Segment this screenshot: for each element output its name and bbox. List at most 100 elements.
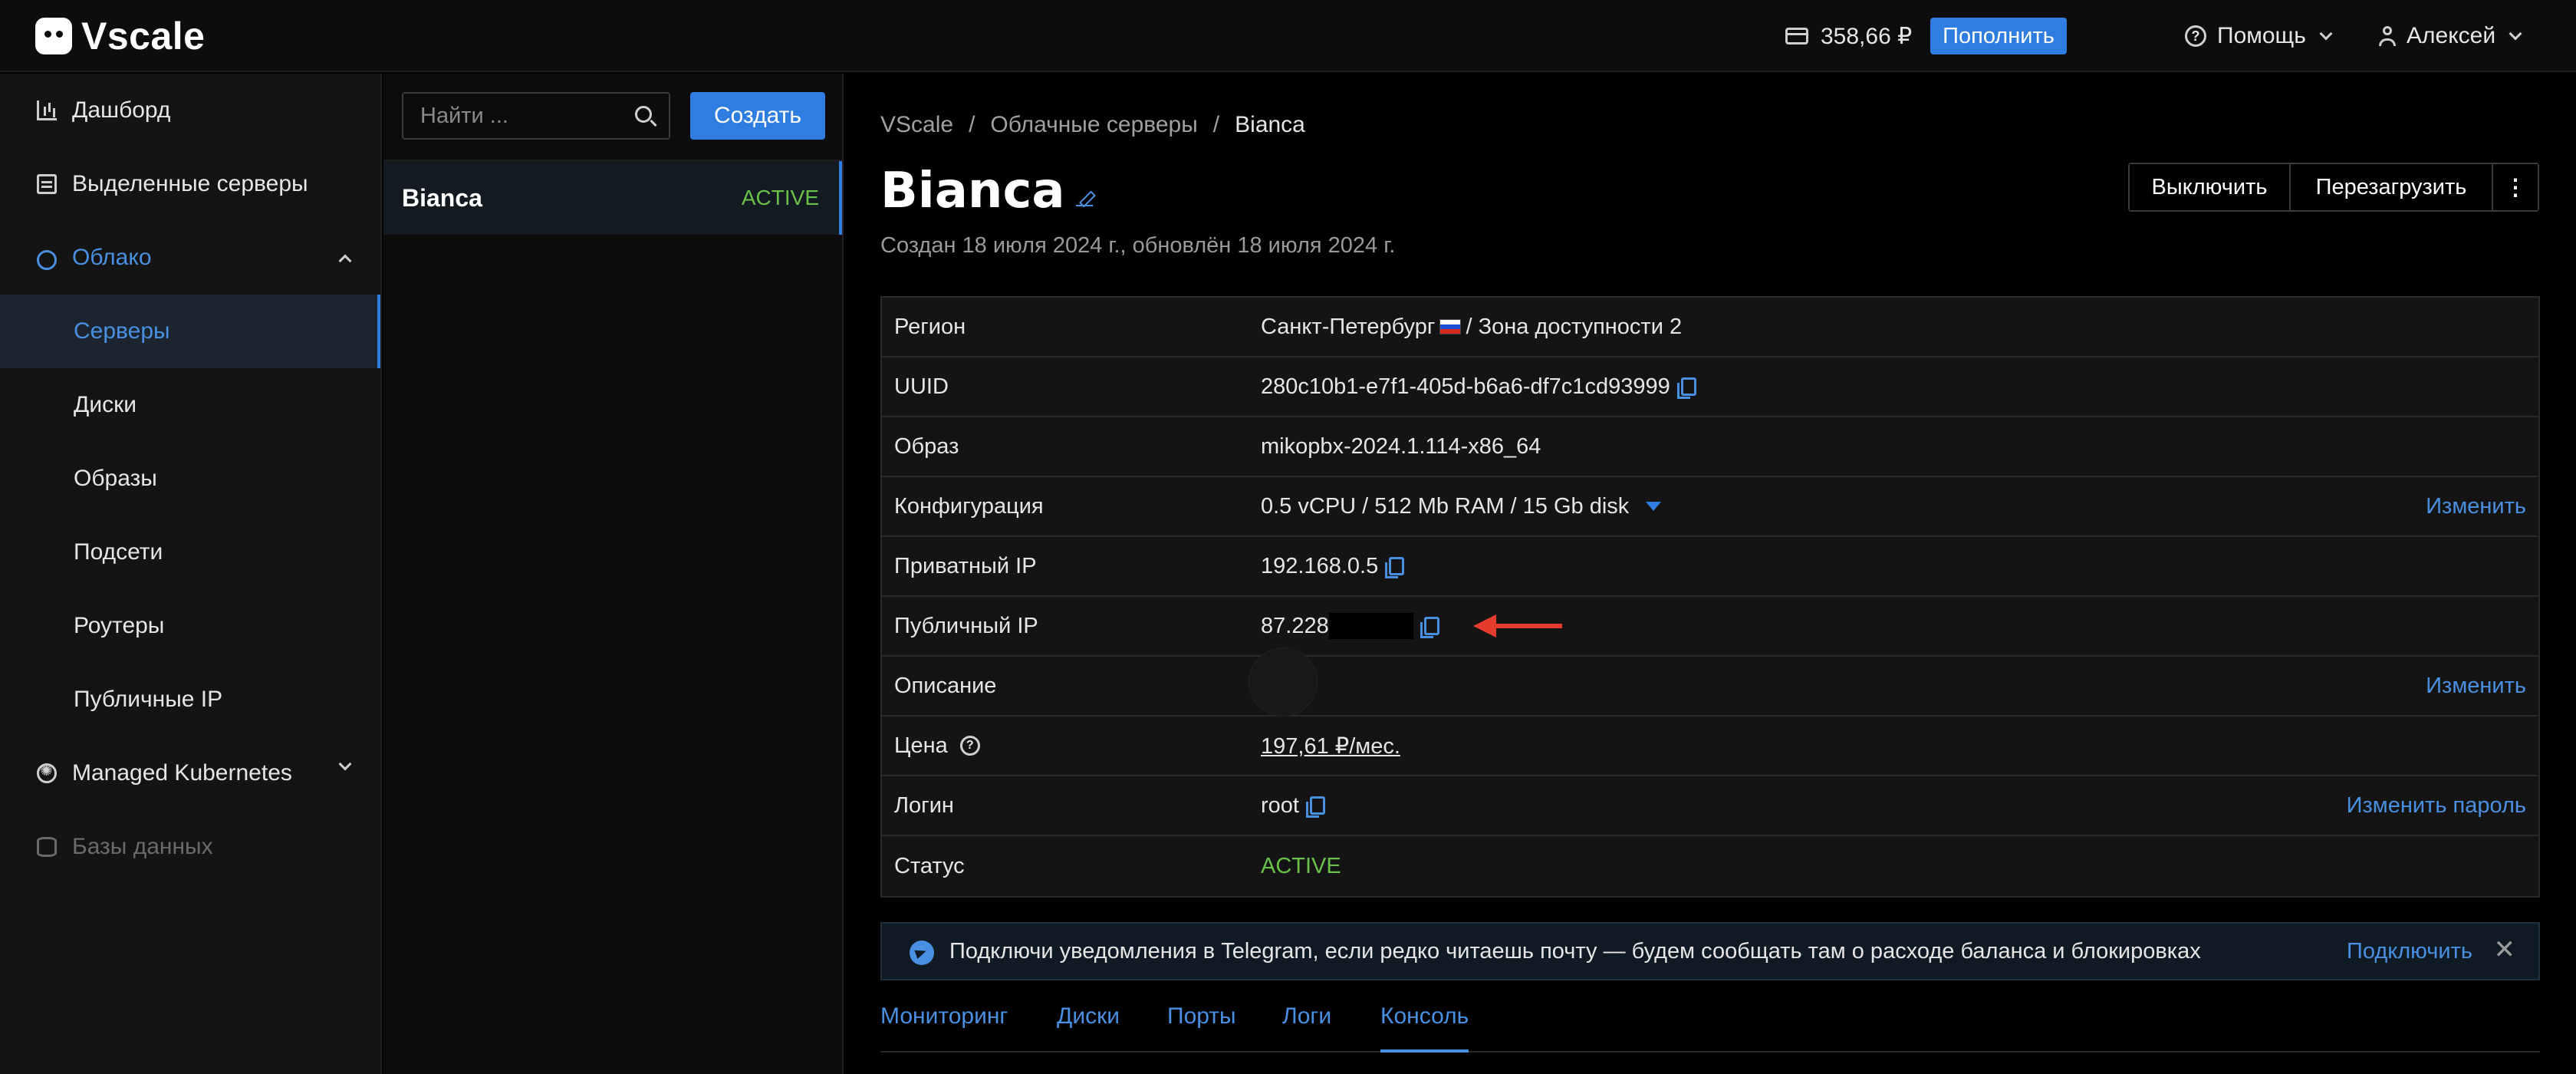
image-value: mikopbx-2024.1.114-x86_64 — [1261, 433, 1541, 459]
breadcrumb-separator: / — [1212, 112, 1220, 137]
row-value: mikopbx-2024.1.114-x86_64 — [1261, 434, 1541, 460]
sidebar-item-disks[interactable]: Диски — [0, 368, 380, 442]
row-value: ACTIVE — [1261, 854, 1341, 879]
telegram-banner-text: Подключи уведомления в Telegram, если ре… — [949, 939, 2201, 964]
create-server-button[interactable]: Создать — [690, 92, 825, 140]
row-label: UUID — [894, 374, 949, 399]
sidebar-item-subnets[interactable]: Подсети — [0, 516, 380, 589]
change-config-link[interactable]: Изменить — [2426, 494, 2526, 519]
private-ip-value: 192.168.0.5 — [1261, 553, 1379, 578]
telegram-connect-link[interactable]: Подключить — [2347, 939, 2472, 964]
more-actions-button[interactable]: ⋮ — [2493, 164, 2538, 210]
telegram-icon — [910, 941, 934, 965]
price-value[interactable]: 197,61 ₽/мес. — [1261, 733, 1400, 759]
balance-display: 358,66 ₽ — [1785, 17, 1912, 55]
search-icon[interactable] — [635, 106, 652, 123]
row-label: Цена ? — [894, 733, 980, 759]
change-password-link[interactable]: Изменить пароль — [2347, 793, 2526, 819]
topup-button[interactable]: Пополнить — [1930, 18, 2067, 54]
row-label: Публичный IP — [894, 613, 1038, 638]
chevron-down-icon — [338, 757, 352, 771]
brand-logo[interactable]: Vscale — [35, 14, 205, 58]
database-icon — [37, 837, 57, 857]
details-row-login: Логин root Изменить пароль — [882, 776, 2538, 836]
sidebar-item-cloud[interactable]: Облако — [0, 221, 380, 295]
status-value: ACTIVE — [1261, 853, 1341, 878]
sidebar-item-databases: Базы данных — [0, 810, 380, 884]
sidebar-item-label: Облако — [72, 245, 152, 270]
change-description-link[interactable]: Изменить — [2426, 674, 2526, 699]
cloud-icon — [37, 250, 57, 270]
redaction-box — [1328, 613, 1413, 639]
breadcrumb-section[interactable]: Облачные серверы — [990, 112, 1197, 138]
sidebar-item-label: Базы данных — [72, 834, 213, 859]
row-value: root — [1261, 793, 1325, 819]
server-list-item[interactable]: Bianca ACTIVE — [383, 161, 842, 235]
config-value: 0.5 vCPU / 512 Mb RAM / 15 Gb disk — [1261, 493, 1630, 519]
caret-down-icon[interactable] — [1646, 502, 1662, 511]
sidebar-item-dedicated-servers[interactable]: Выделенные серверы — [0, 147, 380, 221]
help-menu[interactable]: ? Помощь — [2185, 17, 2333, 55]
server-title: Bianca — [880, 163, 1065, 219]
brand-name: Vscale — [81, 15, 206, 58]
sidebar-item-routers[interactable]: Роутеры — [0, 589, 380, 663]
server-list-item-name: Bianca — [402, 184, 482, 212]
details-row-status: Статус ACTIVE — [882, 836, 2538, 896]
user-menu[interactable]: Алексей — [2379, 17, 2522, 55]
server-actions: Выключить Перезагрузить ⋮ — [2128, 163, 2539, 212]
chevron-up-icon — [338, 254, 352, 268]
cursor-highlight — [1249, 647, 1318, 717]
row-value: 0.5 vCPU / 512 Mb RAM / 15 Gb disk — [1261, 493, 1662, 519]
row-label: Регион — [894, 314, 966, 339]
sidebar-item-label: Образы — [74, 466, 157, 491]
sidebar-item-label: Выделенные серверы — [72, 171, 308, 196]
power-off-button[interactable]: Выключить — [2130, 164, 2291, 210]
breadcrumb-root[interactable]: VScale — [880, 112, 953, 138]
row-value: Санкт-Петербург / Зона доступности 2 — [1261, 315, 1682, 340]
close-icon[interactable]: ✕ — [2494, 934, 2516, 965]
help-icon: ? — [2185, 25, 2206, 47]
balance-amount: 358,66 ₽ — [1821, 23, 1913, 49]
public-ip-value: 87.228 — [1261, 613, 1329, 638]
tab-console[interactable]: Консоль — [1380, 1003, 1469, 1053]
sidebar-item-label: Диски — [74, 392, 137, 417]
copy-icon[interactable] — [1385, 557, 1405, 578]
annotation-arrow-icon — [1472, 614, 1565, 637]
region-zone: / Зона доступности 2 — [1466, 314, 1683, 339]
copy-icon[interactable] — [1676, 377, 1696, 399]
logo-icon — [35, 18, 72, 54]
server-details-table: Регион Санкт-Петербург / Зона доступност… — [880, 296, 2540, 898]
copy-icon[interactable] — [1420, 617, 1439, 638]
server-dates: Создан 18 июля 2024 г., обновлён 18 июля… — [880, 233, 1396, 258]
row-label: Статус — [894, 853, 965, 878]
sidebar-item-servers[interactable]: Серверы — [0, 295, 380, 368]
sidebar-item-dashboard[interactable]: Дашборд — [0, 74, 380, 147]
reboot-button[interactable]: Перезагрузить — [2291, 164, 2493, 210]
sidebar-item-images[interactable]: Образы — [0, 442, 380, 516]
sidebar-item-label: Managed Kubernetes — [72, 760, 292, 786]
server-tabs: Мониторинг Диски Порты Логи Консоль — [880, 994, 2540, 1053]
copy-icon[interactable] — [1305, 796, 1325, 818]
tab-monitoring[interactable]: Мониторинг — [880, 1003, 1008, 1053]
details-row-price: Цена ? 197,61 ₽/мес. — [882, 717, 2538, 776]
uuid-value: 280c10b1-e7f1-405d-b6a6-df7c1cd93999 — [1261, 374, 1670, 399]
breadcrumb-separator: / — [969, 112, 975, 137]
row-value: 192.168.0.5 — [1261, 553, 1405, 579]
chevron-down-icon — [2319, 27, 2333, 41]
sidebar-item-public-ip[interactable]: Публичные IP — [0, 663, 380, 736]
edit-pencil-icon[interactable] — [1075, 189, 1093, 206]
kubernetes-icon — [37, 761, 57, 783]
user-icon — [2379, 26, 2396, 46]
details-row-private-ip: Приватный IP 192.168.0.5 — [882, 537, 2538, 597]
details-row-uuid: UUID 280c10b1-e7f1-405d-b6a6-df7c1cd9399… — [882, 357, 2538, 417]
sidebar-item-managed-kubernetes[interactable]: Managed Kubernetes — [0, 736, 380, 810]
tab-disks[interactable]: Диски — [1057, 1003, 1120, 1053]
search-input[interactable] — [403, 94, 626, 138]
bar-chart-icon — [37, 100, 57, 120]
region-city: Санкт-Петербург — [1261, 314, 1436, 339]
help-icon[interactable]: ? — [959, 736, 980, 756]
tab-ports[interactable]: Порты — [1167, 1003, 1236, 1053]
row-label: Описание — [894, 673, 997, 698]
tab-logs[interactable]: Логи — [1282, 1003, 1331, 1053]
row-label: Конфигурация — [894, 493, 1044, 519]
